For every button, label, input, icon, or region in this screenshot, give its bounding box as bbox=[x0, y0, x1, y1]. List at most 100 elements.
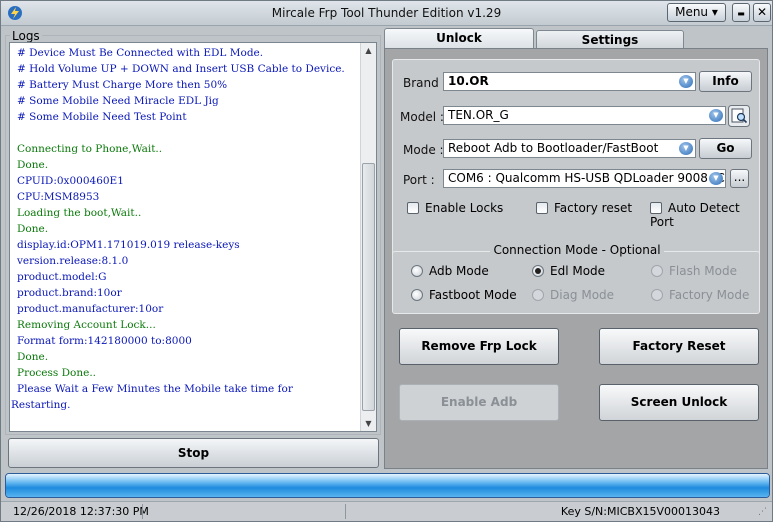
unlock-panel: Brand : 10.OR ▼ Info Model : TEN.OR_G ▼ … bbox=[384, 48, 768, 469]
radio-edl-mode[interactable]: Edl Mode bbox=[532, 264, 605, 278]
enable-locks-checkbox[interactable]: Enable Locks bbox=[407, 201, 503, 215]
log-lines: # Device Must Be Connected with EDL Mode… bbox=[10, 43, 362, 431]
mode-label: Mode : bbox=[403, 143, 444, 157]
connection-mode-box bbox=[392, 251, 760, 314]
status-bar: 12/26/2018 12:37:30 PM Key S/N:MICBX15V0… bbox=[1, 501, 772, 521]
progress-fill bbox=[6, 474, 769, 497]
progress-bar bbox=[5, 473, 770, 498]
log-line: Please Wait a Few Minutes the Mobile tak… bbox=[17, 383, 293, 395]
enable-locks-label: Enable Locks bbox=[425, 201, 504, 215]
model-label: Model : bbox=[400, 110, 444, 124]
close-icon[interactable]: ✕ bbox=[753, 3, 771, 22]
brand-select[interactable]: 10.OR ▼ bbox=[443, 72, 696, 91]
log-line: Loading the boot,Wait.. bbox=[17, 207, 142, 219]
log-line: Done. bbox=[17, 223, 49, 235]
status-divider bbox=[345, 504, 346, 519]
log-line: product.manufacturer:10or bbox=[17, 303, 164, 315]
port-select[interactable]: COM6 : Qualcomm HS-USB QDLoader 9008 (CO… bbox=[443, 169, 726, 188]
screen-unlock-button[interactable]: Screen Unlock bbox=[599, 384, 759, 421]
port-value: COM6 : Qualcomm HS-USB QDLoader 9008 (CO… bbox=[448, 171, 725, 185]
log-line: product.model:G bbox=[17, 271, 107, 283]
radio-icon bbox=[651, 265, 663, 277]
factory-mode-label: Factory Mode bbox=[669, 288, 750, 302]
radio-fastboot-mode[interactable]: Fastboot Mode bbox=[411, 288, 517, 302]
connection-mode-title-text: Connection Mode - Optional bbox=[490, 243, 664, 257]
stop-button[interactable]: Stop bbox=[8, 438, 379, 468]
radio-icon[interactable] bbox=[411, 289, 423, 301]
chevron-down-icon[interactable]: ▼ bbox=[679, 75, 693, 88]
mode-select[interactable]: Reboot Adb to Bootloader/FastBoot ▼ bbox=[443, 139, 696, 158]
logs-label: Logs bbox=[10, 29, 42, 43]
title-bar[interactable]: Mircale Frp Tool Thunder Edition v1.29 M… bbox=[1, 1, 772, 26]
log-line: CPUID:0x000460E1 bbox=[17, 175, 124, 187]
search-model-icon[interactable] bbox=[728, 105, 750, 127]
radio-icon[interactable] bbox=[411, 265, 423, 277]
adb-mode-label: Adb Mode bbox=[429, 264, 489, 278]
resize-grip-icon[interactable]: ⋰ bbox=[758, 507, 770, 519]
radio-flash-mode: Flash Mode bbox=[651, 264, 737, 278]
tab-unlock[interactable]: Unlock bbox=[384, 28, 534, 48]
status-datetime: 12/26/2018 12:37:30 PM bbox=[13, 505, 149, 518]
chevron-down-icon[interactable]: ▼ bbox=[679, 142, 693, 155]
log-line: Done. bbox=[17, 351, 49, 363]
edl-mode-label: Edl Mode bbox=[550, 264, 606, 278]
log-line: Restarting. bbox=[11, 399, 71, 411]
menu-button[interactable]: Menu ▾ bbox=[667, 3, 726, 22]
flash-mode-label: Flash Mode bbox=[669, 264, 737, 278]
log-line: version.release:8.1.0 bbox=[17, 255, 129, 267]
diag-mode-label: Diag Mode bbox=[550, 288, 615, 302]
brand-value: 10.OR bbox=[448, 74, 489, 88]
checkbox-icon[interactable] bbox=[536, 202, 548, 214]
model-value: TEN.OR_G bbox=[448, 108, 509, 122]
auto-detect-port-checkbox[interactable]: Auto Detect Port bbox=[650, 201, 767, 229]
log-line: product.brand:10or bbox=[17, 287, 122, 299]
log-line: Connecting to Phone,Wait.. bbox=[17, 143, 163, 155]
log-line: # Device Must Be Connected with EDL Mode… bbox=[17, 47, 264, 59]
log-line: Removing Account Lock... bbox=[17, 319, 156, 331]
log-line: display.id:OPM1.171019.019 release-keys bbox=[17, 239, 240, 251]
factory-reset-label: Factory reset bbox=[554, 201, 633, 215]
log-line: CPU:MSM8953 bbox=[17, 191, 100, 203]
status-key-sn: Key S/N:MICBX15V00013043 bbox=[560, 505, 720, 518]
port-label: Port : bbox=[403, 173, 435, 187]
info-button[interactable]: Info bbox=[699, 71, 752, 92]
checkbox-icon[interactable] bbox=[650, 202, 662, 214]
log-line: Process Done.. bbox=[17, 367, 97, 379]
radio-icon bbox=[651, 289, 663, 301]
model-select[interactable]: TEN.OR_G ▼ bbox=[443, 106, 726, 125]
chevron-down-icon[interactable]: ▼ bbox=[709, 109, 723, 122]
log-line: # Some Mobile Need Miracle EDL Jig bbox=[17, 95, 219, 107]
fastboot-mode-label: Fastboot Mode bbox=[429, 288, 517, 302]
log-line: # Hold Volume UP + DOWN and Insert USB C… bbox=[17, 63, 345, 75]
remove-frp-lock-button[interactable]: Remove Frp Lock bbox=[399, 328, 559, 365]
status-divider bbox=[142, 504, 143, 519]
checkbox-icon[interactable] bbox=[407, 202, 419, 214]
factory-reset-checkbox[interactable]: Factory reset bbox=[536, 201, 632, 215]
factory-reset-button[interactable]: Factory Reset bbox=[599, 328, 759, 365]
scroll-thumb[interactable] bbox=[362, 163, 375, 411]
log-line: # Battery Must Charge More then 50% bbox=[17, 79, 228, 91]
log-line: Format form:142180000 to:8000 bbox=[17, 335, 192, 347]
mode-value: Reboot Adb to Bootloader/FastBoot bbox=[448, 141, 659, 155]
scroll-up-icon[interactable]: ▲ bbox=[361, 43, 376, 58]
radio-adb-mode[interactable]: Adb Mode bbox=[411, 264, 489, 278]
window-title: Mircale Frp Tool Thunder Edition v1.29 bbox=[271, 6, 502, 20]
minimize-icon[interactable]: ▬ bbox=[732, 3, 750, 22]
tab-settings[interactable]: Settings bbox=[536, 30, 684, 48]
chevron-down-icon[interactable]: ▼ bbox=[709, 172, 723, 185]
go-button[interactable]: Go bbox=[699, 138, 752, 159]
log-line: Done. bbox=[17, 159, 49, 171]
log-scrollbar[interactable]: ▲ ▼ bbox=[360, 43, 376, 431]
app-window: Mircale Frp Tool Thunder Edition v1.29 M… bbox=[0, 0, 773, 522]
radio-factory-mode: Factory Mode bbox=[651, 288, 749, 302]
enable-adb-button: Enable Adb bbox=[399, 384, 559, 421]
log-line: # Some Mobile Need Test Point bbox=[17, 111, 187, 123]
radio-selected-icon[interactable] bbox=[532, 265, 544, 277]
scroll-down-icon[interactable]: ▼ bbox=[361, 416, 376, 431]
radio-icon bbox=[532, 289, 544, 301]
connection-mode-title: Connection Mode - Optional bbox=[385, 243, 769, 257]
log-textbox[interactable]: # Device Must Be Connected with EDL Mode… bbox=[9, 42, 377, 432]
brand-label: Brand : bbox=[403, 76, 447, 90]
port-more-button[interactable]: ... bbox=[730, 169, 749, 188]
